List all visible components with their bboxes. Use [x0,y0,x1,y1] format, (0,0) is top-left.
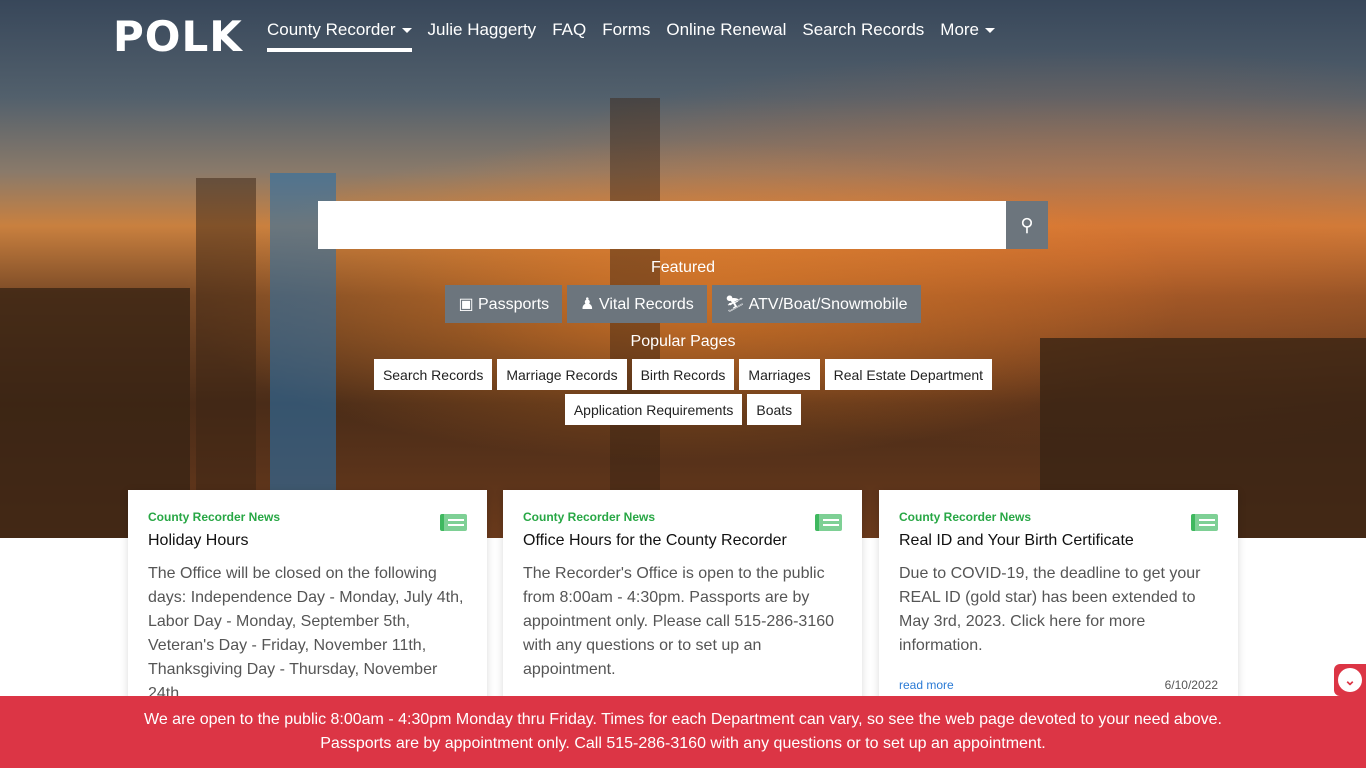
passport-icon: ▣ [458,296,478,313]
card-title[interactable]: Holiday Hours [148,532,467,550]
search-bar: ⚲ [318,201,1048,249]
card-title[interactable]: Office Hours for the County Recorder [523,532,842,550]
newspaper-icon [440,514,467,531]
stamp-icon: ♟ [580,296,599,313]
nav-search-records[interactable]: Search Records [802,20,924,52]
card-category: County Recorder News [148,510,281,524]
card-date: 6/10/2022 [1164,678,1218,692]
popular-row-1: Search Records Marriage Records Birth Re… [0,359,1366,390]
news-card[interactable]: County Recorder News Holiday Hours The O… [128,490,487,710]
chevron-down-icon: ⌄ [1338,668,1362,692]
popular-real-estate[interactable]: Real Estate Department [824,359,993,390]
popular-application-requirements[interactable]: Application Requirements [564,394,743,425]
navbar: POLK County Recorder Julie Haggerty FAQ … [0,0,1366,64]
caret-down-icon [401,28,412,34]
popular-marriages[interactable]: Marriages [739,359,820,390]
passports-button[interactable]: ▣ Passports [445,285,563,323]
featured-label: Featured [650,259,716,276]
card-category: County Recorder News [899,510,1032,524]
nav-forms[interactable]: Forms [602,20,650,52]
card-text: The Recorder's Office is open to the pub… [523,565,835,678]
nav-faq[interactable]: FAQ [552,20,586,52]
atv-boat-snowmobile-button[interactable]: ⛷ ATV/Boat/Snowmobile [711,285,921,323]
popular-birth-records[interactable]: Birth Records [631,359,735,390]
card-category: County Recorder News [523,510,656,524]
newspaper-icon [815,514,842,531]
nav-online-renewal[interactable]: Online Renewal [666,20,786,52]
main-menu: County Recorder Julie Haggerty FAQ Forms… [267,20,996,52]
newspaper-icon [1191,514,1218,531]
search-icon: ⚲ [1020,214,1034,235]
nav-julie-haggerty[interactable]: Julie Haggerty [428,20,537,52]
polk-logo[interactable]: POLK [113,12,243,61]
popular-pages-label: Popular Pages [630,333,736,350]
hours-banner: We are open to the public 8:00am - 4:30p… [0,696,1366,768]
search-button[interactable]: ⚲ [1006,201,1048,249]
search-input[interactable] [318,201,1006,249]
snowmobile-icon: ⛷ [724,296,749,313]
card-text: The Office will be closed on the followi… [148,565,464,702]
scroll-down-button[interactable]: ⌄ [1334,664,1366,696]
nav-more[interactable]: More [940,20,996,52]
featured-buttons: ▣ Passports ♟ Vital Records ⛷ ATV/Boat/S… [0,285,1366,323]
card-text: Due to COVID-19, the deadline to get you… [899,565,1201,654]
popular-search-records[interactable]: Search Records [373,359,493,390]
popular-marriage-records[interactable]: Marriage Records [497,359,627,390]
caret-down-icon [985,28,996,34]
popular-boats[interactable]: Boats [747,394,802,425]
read-more-link[interactable]: read more [899,678,954,692]
vital-records-button[interactable]: ♟ Vital Records [567,285,707,323]
news-card[interactable]: County Recorder News Office Hours for th… [503,490,862,710]
news-card[interactable]: County Recorder News Real ID and Your Bi… [879,490,1238,710]
nav-county-recorder[interactable]: County Recorder [267,20,412,52]
popular-row-2: Application Requirements Boats [0,394,1366,425]
card-title[interactable]: Real ID and Your Birth Certificate [899,532,1218,550]
